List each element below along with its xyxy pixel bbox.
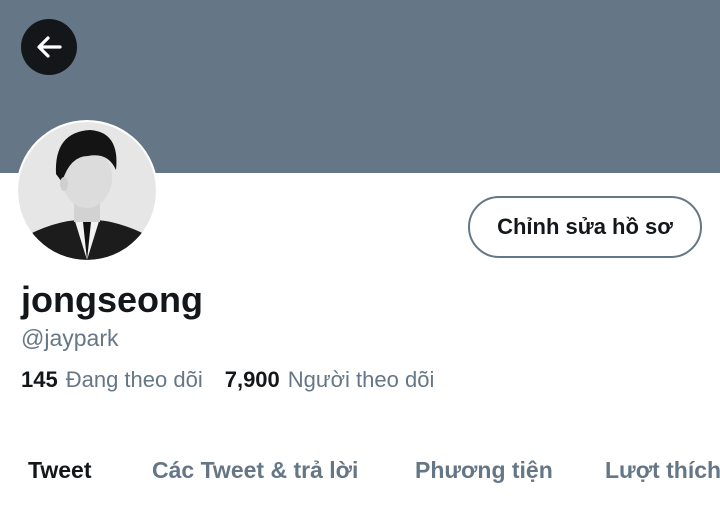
profile-tabs: Tweet Các Tweet & trả lời Phương tiện Lư… — [0, 450, 720, 490]
tab-likes[interactable]: Lượt thích — [605, 456, 720, 484]
tab-tweets-and-replies[interactable]: Các Tweet & trả lời — [152, 456, 358, 484]
user-handle: @jaypark — [21, 325, 119, 351]
following-count: 145 — [21, 367, 58, 392]
arrow-left-icon — [37, 36, 62, 58]
avatar[interactable] — [16, 120, 158, 262]
avatar-image — [18, 122, 156, 260]
edit-profile-button[interactable]: Chỉnh sửa hồ sơ — [468, 196, 702, 258]
following-stat[interactable]: 145 Đang theo dõi — [21, 366, 203, 394]
tab-tweets[interactable]: Tweet — [28, 456, 91, 484]
display-name: jongseong — [21, 279, 203, 320]
tab-media[interactable]: Phương tiện — [415, 456, 553, 484]
follow-stats: 145 Đang theo dõi 7,900 Người theo dõi — [21, 366, 434, 394]
followers-stat[interactable]: 7,900 Người theo dõi — [225, 366, 435, 394]
back-button[interactable] — [21, 19, 77, 75]
followers-count: 7,900 — [224, 367, 280, 392]
followers-label: Người theo dõi — [287, 367, 435, 392]
following-label: Đang theo dõi — [65, 367, 203, 392]
